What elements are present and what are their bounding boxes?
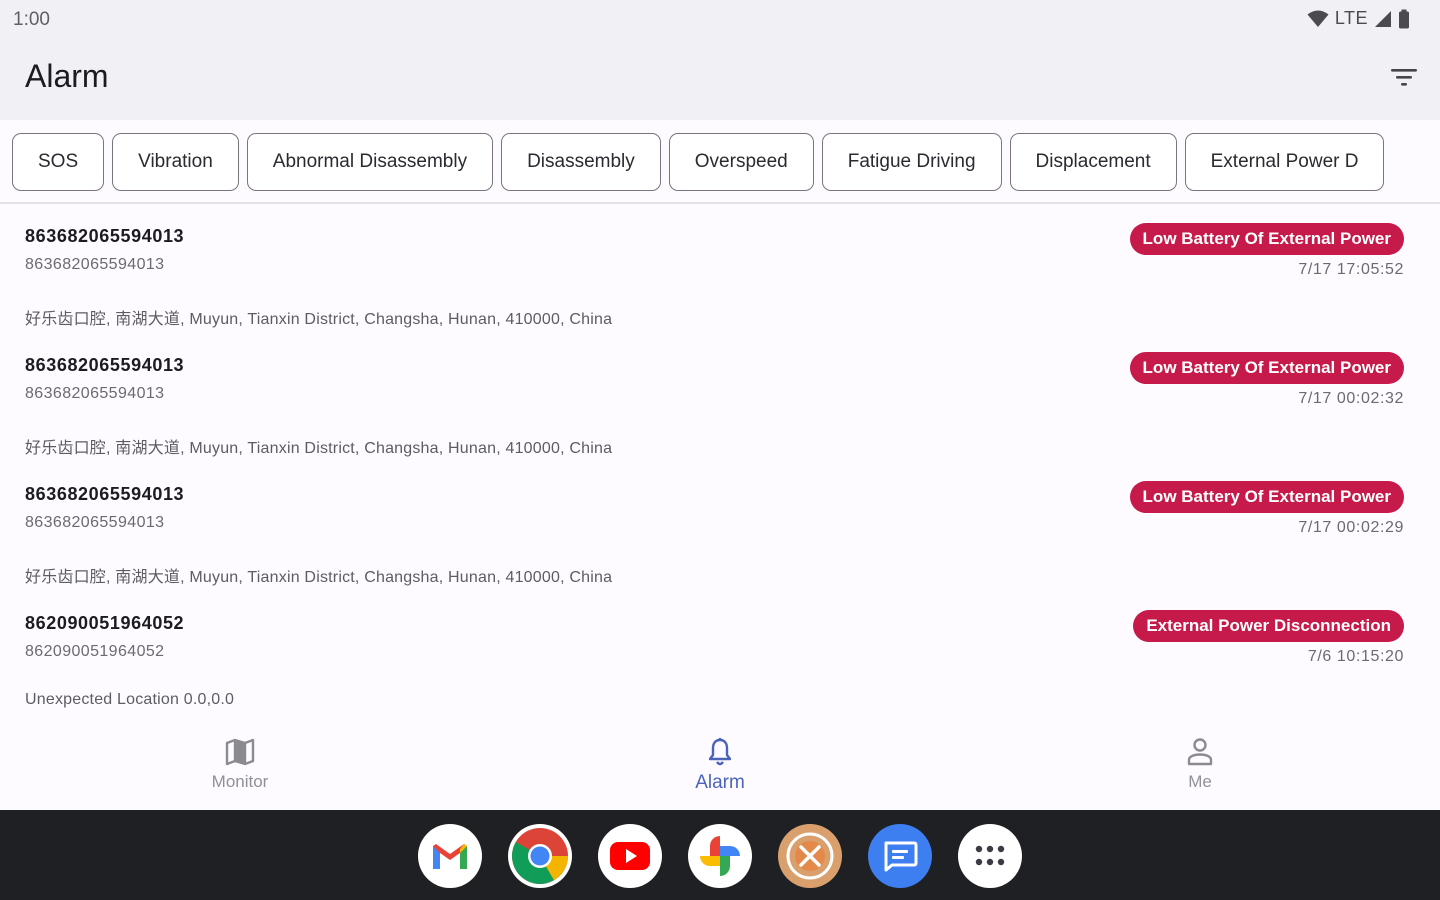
alarm-list: 863682065594013 863682065594013 好乐齿口腔, 南… bbox=[0, 206, 1440, 722]
battery-icon bbox=[1398, 9, 1410, 29]
chip-abnormal-disassembly[interactable]: Abnormal Disassembly bbox=[246, 133, 494, 191]
chrome-icon[interactable] bbox=[508, 824, 572, 888]
nav-label-me: Me bbox=[1188, 772, 1212, 791]
system-taskbar bbox=[0, 810, 1440, 900]
status-time: 1:00 bbox=[13, 9, 50, 30]
chip-displacement[interactable]: Displacement bbox=[1009, 133, 1177, 191]
alarm-list-item[interactable]: 863682065594013 863682065594013 好乐齿口腔, 南… bbox=[0, 335, 1440, 464]
status-bar: 1:00 LTE bbox=[0, 0, 1440, 40]
device-name: 862090051964052 bbox=[25, 613, 185, 633]
bell-icon bbox=[707, 737, 733, 767]
chip-vibration[interactable]: Vibration bbox=[112, 133, 239, 191]
device-imei: 863682065594013 bbox=[25, 385, 165, 402]
page-title: Alarm bbox=[25, 58, 109, 94]
alarm-type-badge: External Power Disconnection bbox=[1133, 610, 1404, 642]
photos-icon[interactable] bbox=[688, 824, 752, 888]
messages-icon[interactable] bbox=[868, 824, 932, 888]
alarm-address: 好乐齿口腔, 南湖大道, Muyun, Tianxin District, Ch… bbox=[25, 311, 613, 328]
alarm-type-filter-bar: SOS Vibration Abnormal Disassembly Disas… bbox=[0, 120, 1440, 204]
device-imei: 863682065594013 bbox=[25, 514, 165, 531]
alarm-address: 好乐齿口腔, 南湖大道, Muyun, Tianxin District, Ch… bbox=[25, 569, 613, 586]
youtube-icon[interactable] bbox=[598, 824, 662, 888]
wifi-icon bbox=[1307, 10, 1329, 28]
nav-alarm[interactable]: Alarm bbox=[620, 722, 820, 810]
signal-icon bbox=[1374, 10, 1392, 28]
chip-fatigue-driving[interactable]: Fatigue Driving bbox=[821, 133, 1002, 191]
alarm-time: 7/17 00:02:29 bbox=[1298, 519, 1404, 536]
device-name: 863682065594013 bbox=[25, 484, 185, 504]
alarm-type-badge: Low Battery Of External Power bbox=[1129, 352, 1404, 384]
app-drawer-icon[interactable] bbox=[958, 824, 1022, 888]
top-app-bar: 1:00 LTE Alarm bbox=[0, 0, 1440, 120]
alarm-time: 7/6 10:15:20 bbox=[1307, 648, 1404, 665]
chip-sos[interactable]: SOS bbox=[12, 133, 105, 191]
app-dock bbox=[418, 824, 1022, 888]
chip-external-power[interactable]: External Power D bbox=[1184, 133, 1385, 191]
alarm-list-item[interactable]: 863682065594013 863682065594013 好乐齿口腔, 南… bbox=[0, 464, 1440, 593]
map-icon bbox=[225, 737, 255, 767]
alarm-time: 7/17 17:05:52 bbox=[1298, 261, 1404, 278]
device-name: 863682065594013 bbox=[25, 355, 185, 375]
alarm-time: 7/17 00:02:32 bbox=[1298, 390, 1404, 407]
device-imei: 862090051964052 bbox=[25, 643, 165, 660]
alarm-list-item[interactable]: 862090051964052 862090051964052 Unexpect… bbox=[0, 593, 1440, 722]
nav-monitor[interactable]: Monitor bbox=[140, 722, 340, 810]
person-icon bbox=[1186, 737, 1214, 767]
nav-label-monitor: Monitor bbox=[211, 772, 269, 791]
device-imei: 863682065594013 bbox=[25, 256, 165, 273]
nav-label-alarm: Alarm bbox=[695, 772, 745, 793]
device-name: 863682065594013 bbox=[25, 226, 185, 246]
filter-icon bbox=[1391, 69, 1417, 86]
filter-button[interactable] bbox=[1386, 62, 1422, 92]
alarm-type-badge: Low Battery Of External Power bbox=[1129, 223, 1404, 255]
network-type: LTE bbox=[1334, 8, 1368, 28]
bottom-navigation: Monitor Alarm Me bbox=[0, 722, 1440, 810]
nav-me[interactable]: Me bbox=[1100, 722, 1300, 810]
gmail-icon[interactable] bbox=[418, 824, 482, 888]
app-icon[interactable] bbox=[778, 824, 842, 888]
chip-disassembly[interactable]: Disassembly bbox=[501, 133, 661, 191]
alarm-type-badge: Low Battery Of External Power bbox=[1129, 481, 1404, 513]
alarm-address: 好乐齿口腔, 南湖大道, Muyun, Tianxin District, Ch… bbox=[25, 440, 613, 457]
alarm-list-item[interactable]: 863682065594013 863682065594013 好乐齿口腔, 南… bbox=[0, 206, 1440, 335]
status-indicators: LTE bbox=[1307, 8, 1410, 29]
alarm-address: Unexpected Location 0.0,0.0 bbox=[25, 691, 235, 708]
chip-overspeed[interactable]: Overspeed bbox=[668, 133, 814, 191]
